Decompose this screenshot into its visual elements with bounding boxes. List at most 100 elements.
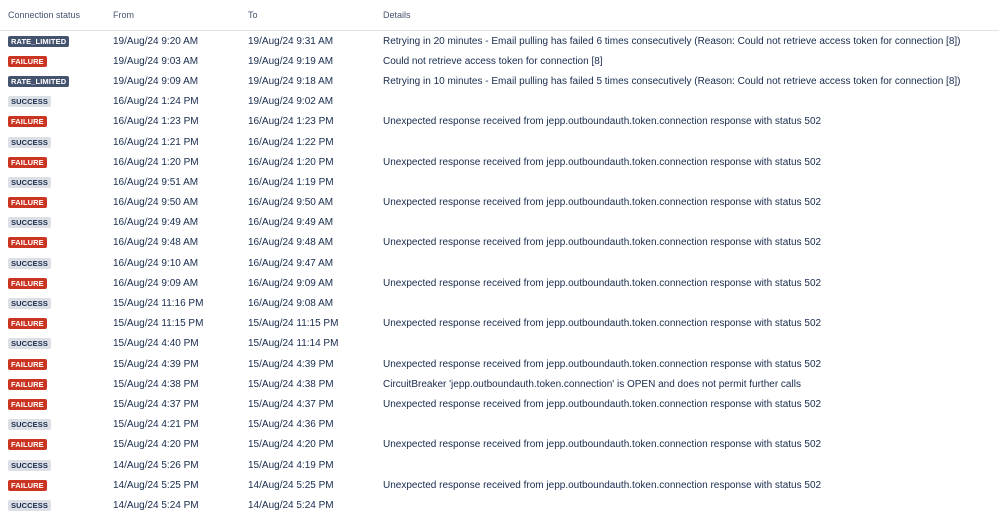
status-badge: SUCCESS	[8, 298, 51, 310]
status-badge: SUCCESS	[8, 499, 51, 511]
from-cell: 16/Aug/24 9:49 AM	[113, 217, 199, 229]
to-cell: 16/Aug/24 9:47 AM	[248, 257, 334, 269]
status-badge: FAILURE	[8, 197, 47, 209]
status-badge: FAILURE	[8, 277, 47, 289]
to-cell: 19/Aug/24 9:18 AM	[248, 75, 334, 87]
to-cell: 15/Aug/24 4:38 PM	[248, 378, 334, 390]
header-to[interactable]: To	[241, 10, 375, 20]
status-badge: FAILURE	[8, 378, 47, 390]
status-cell: FAILURE	[0, 378, 107, 390]
details-cell: Unexpected response received from jepp.o…	[383, 277, 822, 289]
from-cell: 15/Aug/24 4:38 PM	[113, 378, 199, 390]
header-connection-status[interactable]: Connection status	[0, 10, 107, 20]
status-badge: FAILURE	[8, 116, 47, 128]
table-row: FAILURE 16/Aug/24 9:48 AM 16/Aug/24 9:48 A…	[0, 233, 999, 253]
table-row: RATE_LIMITED 19/Aug/24 9:20 AM 19/Aug/24 9…	[0, 31, 999, 51]
status-badge: FAILURE	[8, 318, 47, 330]
details-cell: Unexpected response received from jepp.o…	[383, 479, 822, 491]
status-cell: SUCCESS	[0, 499, 107, 511]
table-row: SUCCESS 16/Aug/24 1:24 PM 19/Aug/24 9:02 A…	[0, 92, 999, 112]
table-row: FAILURE 15/Aug/24 11:15 PM 15/Aug/24 11:15…	[0, 314, 999, 334]
status-badge: RATE_LIMITED	[8, 35, 70, 47]
table-row: SUCCESS 15/Aug/24 11:16 PM 16/Aug/24 9:08 …	[0, 293, 999, 313]
table-row: FAILURE 15/Aug/24 4:20 PM 15/Aug/24 4:20 P…	[0, 435, 999, 455]
from-cell: 15/Aug/24 4:20 PM	[113, 439, 199, 451]
status-cell: SUCCESS	[0, 257, 107, 269]
status-cell: SUCCESS	[0, 96, 107, 108]
status-badge: FAILURE	[8, 55, 47, 67]
status-badge: SUCCESS	[8, 176, 51, 188]
to-cell: 15/Aug/24 4:36 PM	[248, 419, 334, 431]
to-cell: 14/Aug/24 5:24 PM	[248, 499, 334, 511]
to-cell: 15/Aug/24 11:14 PM	[248, 338, 339, 350]
from-cell: 16/Aug/24 9:50 AM	[113, 197, 199, 209]
table-row: SUCCESS 14/Aug/24 5:24 PM 14/Aug/24 5:24 P…	[0, 495, 999, 515]
details-cell: Unexpected response received from jepp.o…	[383, 358, 822, 370]
header-from[interactable]: From	[107, 10, 241, 20]
status-cell: SUCCESS	[0, 176, 107, 188]
status-badge: FAILURE	[8, 358, 47, 370]
from-cell: 19/Aug/24 9:20 AM	[113, 35, 199, 47]
status-cell: FAILURE	[0, 237, 107, 249]
status-cell: FAILURE	[0, 358, 107, 370]
table-row: SUCCESS 16/Aug/24 1:21 PM 16/Aug/24 1:22 P…	[0, 132, 999, 152]
details-cell: Unexpected response received from jepp.o…	[383, 197, 822, 209]
status-cell: FAILURE	[0, 318, 107, 330]
table-row: SUCCESS 16/Aug/24 9:10 AM 16/Aug/24 9:47 A…	[0, 253, 999, 273]
from-cell: 15/Aug/24 4:37 PM	[113, 398, 199, 410]
status-cell: RATE_LIMITED	[0, 75, 107, 87]
from-cell: 16/Aug/24 9:48 AM	[113, 237, 199, 249]
status-badge: SUCCESS	[8, 459, 51, 471]
connection-status-table: Connection status From To Details RATE_L…	[0, 0, 999, 516]
from-cell: 14/Aug/24 5:26 PM	[113, 459, 199, 471]
table-row: SUCCESS 16/Aug/24 9:51 AM 16/Aug/24 1:19 P…	[0, 172, 999, 192]
status-badge: SUCCESS	[8, 217, 51, 229]
status-badge: FAILURE	[8, 398, 47, 410]
details-cell: Unexpected response received from jepp.o…	[383, 318, 822, 330]
status-cell: SUCCESS	[0, 338, 107, 350]
details-cell: Unexpected response received from jepp.o…	[383, 398, 822, 410]
from-cell: 15/Aug/24 4:40 PM	[113, 338, 199, 350]
to-cell: 16/Aug/24 1:23 PM	[248, 116, 334, 128]
details-cell: Unexpected response received from jepp.o…	[383, 116, 822, 128]
status-cell: SUCCESS	[0, 419, 107, 431]
to-cell: 19/Aug/24 9:19 AM	[248, 55, 334, 67]
to-cell: 16/Aug/24 9:50 AM	[248, 197, 334, 209]
status-cell: SUCCESS	[0, 298, 107, 310]
from-cell: 16/Aug/24 9:51 AM	[113, 176, 199, 188]
from-cell: 16/Aug/24 1:23 PM	[113, 116, 199, 128]
to-cell: 14/Aug/24 5:25 PM	[248, 479, 334, 491]
status-badge: FAILURE	[8, 439, 47, 451]
details-cell: CircuitBreaker 'jepp.outboundauth.token.…	[383, 378, 801, 390]
table-row: FAILURE 16/Aug/24 1:20 PM 16/Aug/24 1:20 P…	[0, 152, 999, 172]
status-cell: FAILURE	[0, 55, 107, 67]
table-row: SUCCESS 14/Aug/24 5:26 PM 15/Aug/24 4:19 P…	[0, 455, 999, 475]
to-cell: 15/Aug/24 11:15 PM	[248, 318, 339, 330]
to-cell: 16/Aug/24 1:22 PM	[248, 136, 334, 148]
details-cell: Unexpected response received from jepp.o…	[383, 156, 822, 168]
status-cell: FAILURE	[0, 398, 107, 410]
status-cell: RATE_LIMITED	[0, 35, 107, 47]
status-badge: FAILURE	[8, 237, 47, 249]
status-cell: FAILURE	[0, 277, 107, 289]
from-cell: 14/Aug/24 5:24 PM	[113, 499, 199, 511]
status-cell: FAILURE	[0, 116, 107, 128]
table-row: FAILURE 14/Aug/24 5:25 PM 14/Aug/24 5:25 P…	[0, 475, 999, 495]
from-cell: 15/Aug/24 4:21 PM	[113, 419, 199, 431]
status-badge: SUCCESS	[8, 419, 51, 431]
status-badge: SUCCESS	[8, 338, 51, 350]
status-badge: RATE_LIMITED	[8, 75, 70, 87]
from-cell: 15/Aug/24 11:15 PM	[113, 318, 204, 330]
to-cell: 15/Aug/24 4:39 PM	[248, 358, 334, 370]
from-cell: 16/Aug/24 9:09 AM	[113, 277, 199, 289]
table-row: FAILURE 15/Aug/24 4:38 PM 15/Aug/24 4:38 P…	[0, 374, 999, 394]
status-cell: FAILURE	[0, 479, 107, 491]
table-row: SUCCESS 15/Aug/24 4:21 PM 15/Aug/24 4:36 P…	[0, 415, 999, 435]
from-cell: 16/Aug/24 1:24 PM	[113, 96, 199, 108]
header-details[interactable]: Details	[375, 10, 999, 20]
status-badge: SUCCESS	[8, 136, 51, 148]
status-badge: SUCCESS	[8, 257, 51, 269]
status-cell: FAILURE	[0, 156, 107, 168]
from-cell: 16/Aug/24 1:21 PM	[113, 136, 199, 148]
table-row: SUCCESS 16/Aug/24 9:49 AM 16/Aug/24 9:49 A…	[0, 213, 999, 233]
